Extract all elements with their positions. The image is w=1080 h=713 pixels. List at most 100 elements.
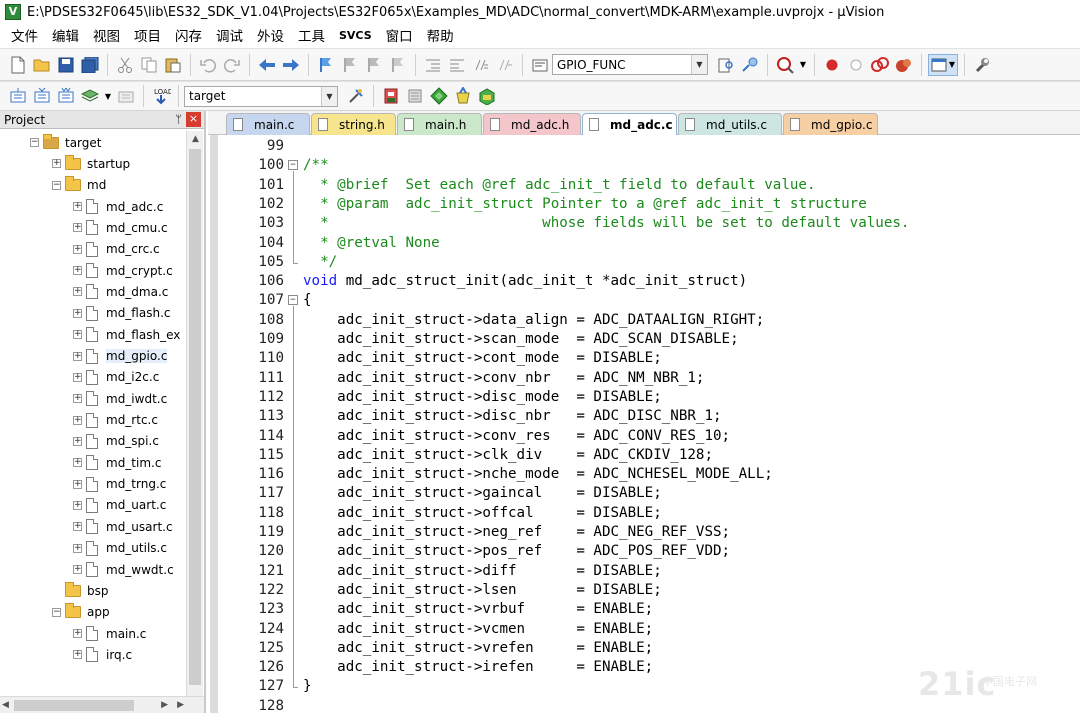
tab-md-utils-c[interactable]: md_utils.c bbox=[678, 113, 782, 135]
expand-icon[interactable]: + bbox=[73, 244, 82, 254]
bookmark-icon[interactable] bbox=[315, 54, 337, 76]
find-combo[interactable]: GPIO_FUNC ▼ bbox=[552, 54, 708, 75]
expand-icon[interactable]: + bbox=[73, 629, 82, 639]
scroll-right-icon[interactable]: ▶ bbox=[161, 697, 168, 713]
rebuild-icon[interactable] bbox=[55, 85, 77, 107]
tree-item-md-dma-c[interactable]: + md_dma.c bbox=[73, 281, 168, 302]
chevron-down-icon[interactable]: ▼ bbox=[321, 86, 337, 106]
download-load-icon[interactable]: LOAD bbox=[150, 85, 172, 107]
pack-installer-icon[interactable] bbox=[452, 85, 474, 107]
tab-md-gpio-c[interactable]: md_gpio.c bbox=[783, 113, 878, 135]
save-all-icon[interactable] bbox=[79, 54, 101, 76]
scroll-thumb[interactable] bbox=[14, 700, 134, 711]
menu-item[interactable]: 文件 bbox=[4, 25, 45, 45]
tab-string-h[interactable]: string.h bbox=[311, 113, 396, 135]
expand-icon[interactable]: + bbox=[73, 436, 82, 446]
expand-icon[interactable]: + bbox=[73, 479, 82, 489]
bookmark-next-icon[interactable] bbox=[363, 54, 385, 76]
expand-icon[interactable]: + bbox=[73, 202, 82, 212]
tree-item-md-trng-c[interactable]: + md_trng.c bbox=[73, 474, 166, 495]
tree-item-md-crypt-c[interactable]: + md_crypt.c bbox=[73, 260, 173, 281]
tree-item-md-spi-c[interactable]: + md_spi.c bbox=[73, 431, 159, 452]
menu-item[interactable]: 视图 bbox=[86, 25, 127, 45]
debug-dropdown-icon[interactable]: ▼ bbox=[798, 54, 808, 76]
collapse-icon[interactable]: − bbox=[30, 138, 39, 147]
tree-item-md-rtc-c[interactable]: + md_rtc.c bbox=[73, 410, 158, 431]
fold-collapse-icon[interactable]: − bbox=[288, 160, 298, 171]
expand-icon[interactable]: + bbox=[73, 415, 82, 425]
expand-icon[interactable]: + bbox=[73, 287, 82, 297]
breakpoint-enable-icon[interactable] bbox=[845, 54, 867, 76]
breakpoint-kill-all-icon[interactable] bbox=[893, 54, 915, 76]
tree-item-md-cmu-c[interactable]: + md_cmu.c bbox=[73, 217, 168, 238]
undo-icon[interactable] bbox=[197, 54, 219, 76]
tree-item-md-flash-c[interactable]: + md_flash.c bbox=[73, 303, 171, 324]
expand-icon[interactable]: + bbox=[73, 543, 82, 553]
menu-item[interactable]: 闪存 bbox=[168, 25, 209, 45]
paste-icon[interactable] bbox=[162, 54, 184, 76]
redo-icon[interactable] bbox=[221, 54, 243, 76]
tree-item-md-i2c-c[interactable]: + md_i2c.c bbox=[73, 367, 159, 388]
target-combo[interactable]: target ▼ bbox=[184, 85, 338, 107]
expand-icon[interactable]: + bbox=[73, 308, 82, 318]
tab-md-adc-h[interactable]: md_adc.h bbox=[483, 113, 581, 135]
cut-icon[interactable] bbox=[114, 54, 136, 76]
tree-item-irq-c[interactable]: + irq.c bbox=[73, 644, 132, 665]
expand-icon[interactable]: + bbox=[73, 565, 82, 574]
menu-item[interactable]: 帮助 bbox=[420, 25, 461, 45]
menu-item[interactable]: 外设 bbox=[250, 25, 291, 45]
translate-icon[interactable] bbox=[7, 85, 29, 107]
nav-forward-icon[interactable] bbox=[280, 54, 302, 76]
collapse-icon[interactable]: − bbox=[52, 180, 61, 190]
tree-item-md-wwdt-c[interactable]: + md_wwdt.c bbox=[73, 559, 174, 580]
breakpoint-insert-icon[interactable] bbox=[821, 54, 843, 76]
expand-icon[interactable]: + bbox=[73, 500, 82, 510]
expand-icon[interactable]: + bbox=[73, 458, 82, 468]
expand-icon[interactable]: + bbox=[73, 650, 82, 660]
save-icon[interactable] bbox=[55, 54, 77, 76]
expand-icon[interactable]: + bbox=[73, 266, 82, 276]
menu-item[interactable]: 调试 bbox=[209, 25, 250, 45]
menu-item[interactable]: SVCS bbox=[332, 29, 379, 42]
tree-item-app[interactable]: − app bbox=[52, 602, 110, 623]
tree-item-md-tim-c[interactable]: + md_tim.c bbox=[73, 452, 161, 473]
configure-wrench-icon[interactable] bbox=[971, 54, 993, 76]
tree-item-md[interactable]: − md bbox=[52, 175, 106, 196]
comment-icon[interactable] bbox=[470, 54, 492, 76]
scroll-left-icon[interactable]: ◀ bbox=[2, 697, 9, 713]
batch-dropdown-icon[interactable]: ▼ bbox=[103, 85, 113, 107]
menu-item[interactable]: 窗口 bbox=[379, 25, 420, 45]
tree-item-md-flash-ex[interactable]: + md_flash_ex bbox=[73, 324, 180, 345]
tree-item-bsp[interactable]: bsp bbox=[52, 580, 109, 601]
tab-main-h[interactable]: main.h bbox=[397, 113, 482, 135]
tree-item-main-c[interactable]: + main.c bbox=[73, 623, 146, 644]
tree-item-md-gpio-c[interactable]: + md_gpio.c bbox=[73, 346, 168, 367]
expand-icon[interactable]: + bbox=[73, 223, 82, 233]
options-for-target-icon[interactable] bbox=[345, 85, 367, 107]
fold-collapse-icon[interactable]: − bbox=[288, 295, 298, 306]
expand-icon[interactable]: + bbox=[73, 351, 82, 361]
tree-item-md-adc-c[interactable]: + md_adc.c bbox=[73, 196, 163, 217]
pin-icon[interactable]: ᛘ bbox=[175, 113, 182, 126]
menu-item[interactable]: 编辑 bbox=[45, 25, 86, 45]
bookmark-clear-icon[interactable] bbox=[387, 54, 409, 76]
bookmark-prev-icon[interactable] bbox=[339, 54, 361, 76]
find-in-files-icon[interactable] bbox=[529, 54, 551, 76]
nav-back-icon[interactable] bbox=[256, 54, 278, 76]
breakpoint-disable-all-icon[interactable] bbox=[869, 54, 891, 76]
scroll-end-icon[interactable]: ▶ bbox=[177, 697, 184, 713]
stop-build-icon[interactable] bbox=[115, 85, 137, 107]
batch-build-icon[interactable] bbox=[79, 85, 101, 107]
expand-icon[interactable]: + bbox=[73, 394, 82, 404]
tree-item-target[interactable]: − target bbox=[30, 132, 102, 153]
code-editor[interactable]: 21ic 中国电子网 99 100−/** 101 * @brief Set eac… bbox=[208, 135, 1080, 713]
window-layout-icon[interactable]: ▼ bbox=[928, 53, 958, 76]
project-horizontal-scrollbar[interactable]: ◀ ▶ ▶ bbox=[0, 696, 204, 713]
chevron-down-icon[interactable]: ▼ bbox=[691, 55, 707, 74]
find-symbol-icon[interactable] bbox=[739, 54, 761, 76]
project-vertical-scrollbar[interactable]: ▲ bbox=[186, 131, 203, 696]
open-file-icon[interactable] bbox=[31, 54, 53, 76]
collapse-icon[interactable]: − bbox=[52, 607, 61, 617]
uncomment-icon[interactable] bbox=[494, 54, 516, 76]
menu-item[interactable]: 工具 bbox=[291, 25, 332, 45]
